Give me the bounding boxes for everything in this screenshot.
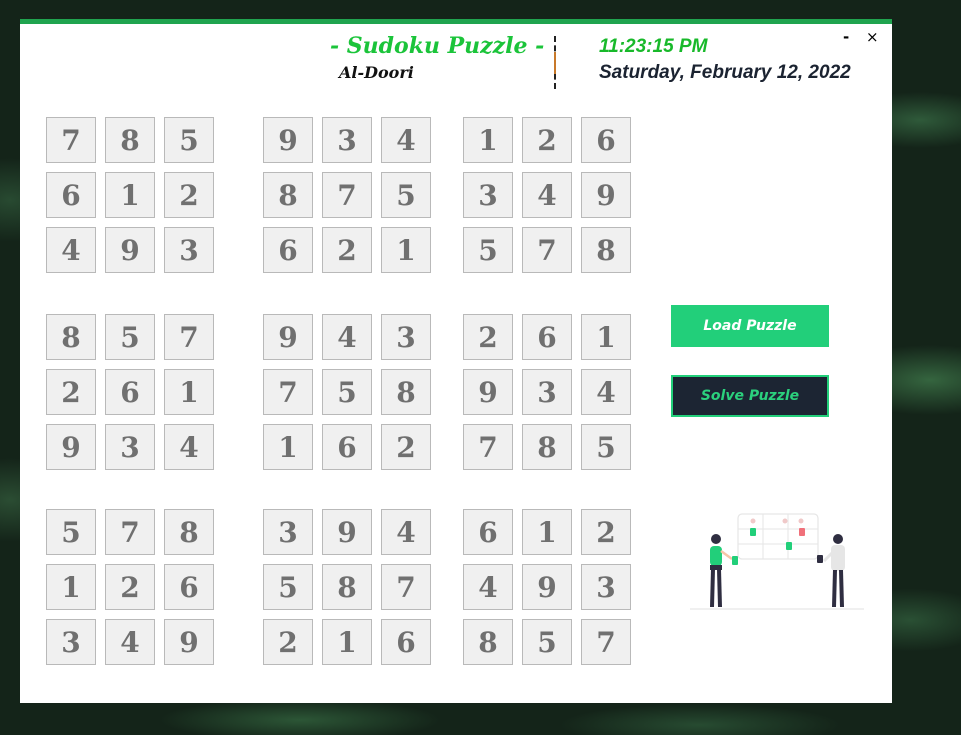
sudoku-cell-r6-c5[interactable]: 6 [322,424,372,470]
sudoku-window: - Sudoku Puzzle - Al-Doori 11:23:15 PM S… [20,19,892,703]
sudoku-cell-r9-c2[interactable]: 4 [105,619,155,665]
sudoku-cell-r8-c1[interactable]: 1 [46,564,96,610]
sudoku-cell-r8-c8[interactable]: 9 [522,564,572,610]
sudoku-cell-r4-c6[interactable]: 3 [381,314,431,360]
author-label: Al-Doori [339,63,414,82]
sudoku-cell-r3-c2[interactable]: 9 [105,227,155,273]
sudoku-cell-r8-c7[interactable]: 4 [463,564,513,610]
sudoku-cell-r9-c9[interactable]: 7 [581,619,631,665]
sudoku-cell-r1-c3[interactable]: 5 [164,117,214,163]
sudoku-cell-r3-c7[interactable]: 5 [463,227,513,273]
sudoku-cell-r8-c9[interactable]: 3 [581,564,631,610]
sudoku-cell-r8-c6[interactable]: 7 [381,564,431,610]
sudoku-cell-r8-c2[interactable]: 2 [105,564,155,610]
sudoku-cell-r9-c1[interactable]: 3 [46,619,96,665]
sudoku-cell-r5-c4[interactable]: 7 [263,369,313,415]
sudoku-cell-r3-c9[interactable]: 8 [581,227,631,273]
sudoku-cell-r7-c2[interactable]: 7 [105,509,155,555]
people-with-board-illustration [690,513,864,610]
sudoku-cell-r9-c7[interactable]: 8 [463,619,513,665]
close-button[interactable]: × [866,29,879,45]
sudoku-cell-r8-c3[interactable]: 6 [164,564,214,610]
sudoku-cell-r4-c3[interactable]: 7 [164,314,214,360]
sudoku-cell-r4-c9[interactable]: 1 [581,314,631,360]
sudoku-cell-r2-c4[interactable]: 8 [263,172,313,218]
sudoku-cell-r7-c3[interactable]: 8 [164,509,214,555]
sudoku-cell-r4-c4[interactable]: 9 [263,314,313,360]
sudoku-cell-r3-c5[interactable]: 2 [322,227,372,273]
sudoku-cell-r5-c5[interactable]: 5 [322,369,372,415]
sudoku-cell-r5-c2[interactable]: 6 [105,369,155,415]
sudoku-cell-r4-c8[interactable]: 6 [522,314,572,360]
sudoku-cell-r6-c1[interactable]: 9 [46,424,96,470]
sudoku-cell-r5-c8[interactable]: 3 [522,369,572,415]
sudoku-cell-r5-c6[interactable]: 8 [381,369,431,415]
clock-time: 11:23:15 PM [599,36,708,57]
sudoku-cell-r4-c2[interactable]: 5 [105,314,155,360]
sudoku-cell-r2-c8[interactable]: 4 [522,172,572,218]
sudoku-cell-r6-c6[interactable]: 2 [381,424,431,470]
sudoku-cell-r6-c4[interactable]: 1 [263,424,313,470]
clock-date: Saturday, February 12, 2022 [599,62,851,83]
minimize-button[interactable]: - [843,29,849,45]
sudoku-cell-r7-c8[interactable]: 1 [522,509,572,555]
sudoku-cell-r7-c5[interactable]: 9 [322,509,372,555]
load-puzzle-button[interactable]: Load Puzzle [671,305,829,347]
sudoku-cell-r8-c4[interactable]: 5 [263,564,313,610]
sudoku-cell-r7-c1[interactable]: 5 [46,509,96,555]
sudoku-cell-r6-c9[interactable]: 5 [581,424,631,470]
sudoku-cell-r3-c1[interactable]: 4 [46,227,96,273]
solve-puzzle-button[interactable]: Solve Puzzle [671,375,829,417]
sudoku-cell-r7-c6[interactable]: 4 [381,509,431,555]
sudoku-cell-r1-c6[interactable]: 4 [381,117,431,163]
sudoku-cell-r9-c6[interactable]: 6 [381,619,431,665]
sudoku-cell-r7-c4[interactable]: 3 [263,509,313,555]
sudoku-cell-r5-c7[interactable]: 9 [463,369,513,415]
sudoku-cell-r3-c6[interactable]: 1 [381,227,431,273]
sudoku-cell-r9-c5[interactable]: 1 [322,619,372,665]
sudoku-cell-r1-c1[interactable]: 7 [46,117,96,163]
header-divider [554,36,556,89]
sudoku-cell-r1-c5[interactable]: 3 [322,117,372,163]
sudoku-cell-r6-c3[interactable]: 4 [164,424,214,470]
sudoku-cell-r3-c8[interactable]: 7 [522,227,572,273]
sudoku-cell-r5-c9[interactable]: 4 [581,369,631,415]
sudoku-cell-r9-c4[interactable]: 2 [263,619,313,665]
sudoku-cell-r9-c3[interactable]: 9 [164,619,214,665]
sudoku-cell-r1-c9[interactable]: 6 [581,117,631,163]
sudoku-cell-r5-c3[interactable]: 1 [164,369,214,415]
sudoku-cell-r1-c2[interactable]: 8 [105,117,155,163]
sudoku-cell-r2-c7[interactable]: 3 [463,172,513,218]
sudoku-cell-r9-c8[interactable]: 5 [522,619,572,665]
sudoku-cell-r8-c5[interactable]: 8 [322,564,372,610]
sudoku-cell-r1-c7[interactable]: 1 [463,117,513,163]
sudoku-cell-r2-c3[interactable]: 2 [164,172,214,218]
app-title: - Sudoku Puzzle - [330,33,545,59]
sudoku-cell-r2-c6[interactable]: 5 [381,172,431,218]
sudoku-cell-r1-c8[interactable]: 2 [522,117,572,163]
sudoku-cell-r4-c7[interactable]: 2 [463,314,513,360]
sudoku-cell-r2-c9[interactable]: 9 [581,172,631,218]
sudoku-cell-r3-c3[interactable]: 3 [164,227,214,273]
sudoku-cell-r6-c7[interactable]: 7 [463,424,513,470]
sudoku-cell-r2-c2[interactable]: 1 [105,172,155,218]
sudoku-cell-r2-c1[interactable]: 6 [46,172,96,218]
sudoku-cell-r4-c1[interactable]: 8 [46,314,96,360]
sudoku-cell-r6-c8[interactable]: 8 [522,424,572,470]
sudoku-cell-r2-c5[interactable]: 7 [322,172,372,218]
sudoku-cell-r7-c7[interactable]: 6 [463,509,513,555]
sudoku-cell-r4-c5[interactable]: 4 [322,314,372,360]
sudoku-cell-r3-c4[interactable]: 6 [263,227,313,273]
sudoku-cell-r1-c4[interactable]: 9 [263,117,313,163]
sudoku-cell-r7-c9[interactable]: 2 [581,509,631,555]
sudoku-cell-r5-c1[interactable]: 2 [46,369,96,415]
sudoku-cell-r6-c2[interactable]: 3 [105,424,155,470]
